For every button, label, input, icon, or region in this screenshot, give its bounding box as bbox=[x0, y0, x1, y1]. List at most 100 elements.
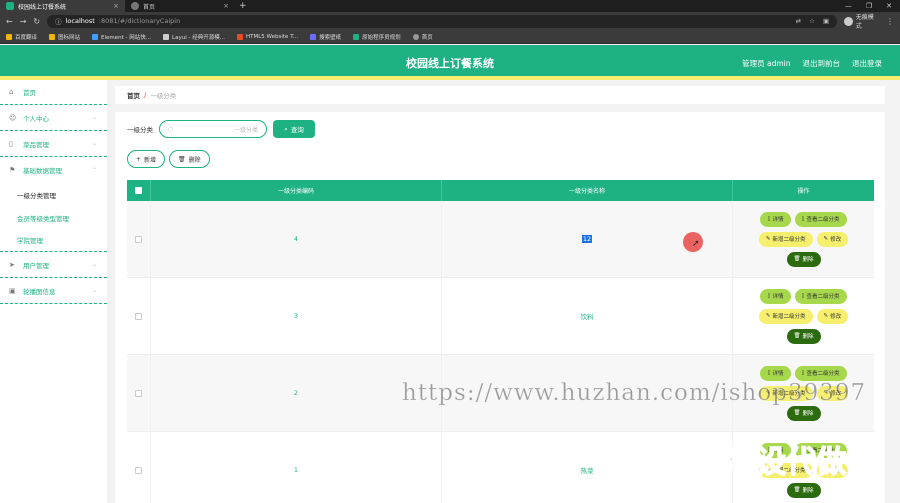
table-row: 4 12 ▯ 详情 ▯ 查看二级分类 ✎ 新增二级分类 ✎ 修改 🗑 删除 bbox=[127, 201, 874, 278]
url-field[interactable]: ⓘ localhost:8081/#/dictionaryCaipin ⇄ ☆ … bbox=[47, 14, 838, 28]
column-header-name[interactable]: 一级分类名称 bbox=[442, 180, 733, 201]
globe-icon bbox=[131, 2, 139, 10]
new-tab-icon[interactable]: + bbox=[235, 1, 251, 11]
view-subcategory-button[interactable]: ▯ 查看二级分类 bbox=[794, 288, 847, 304]
row-delete-button[interactable]: 🗑 删除 bbox=[786, 328, 821, 344]
row-delete-button[interactable]: 🗑 删除 bbox=[786, 405, 821, 421]
close-icon[interactable]: × bbox=[113, 2, 119, 10]
detail-button[interactable]: ▯ 详情 bbox=[760, 288, 791, 304]
sidebar-subitem-member-level[interactable]: 会员等级类型管理 bbox=[0, 206, 107, 229]
sidebar-item-basic-data[interactable]: ⚑ 基础数据管理 ⌃ bbox=[0, 157, 107, 183]
browser-tab-inactive[interactable]: 首页 × bbox=[125, 0, 235, 12]
bookmark-item[interactable]: Element - 网站快... bbox=[92, 33, 151, 41]
row-checkbox[interactable] bbox=[135, 235, 142, 243]
sidebar-item-home[interactable]: ⌂ 首页 bbox=[0, 80, 107, 105]
document-icon: ▯ bbox=[767, 293, 771, 299]
view-subcategory-button[interactable]: ▯ 查看二级分类 bbox=[794, 365, 847, 381]
breadcrumb-current: 一级分类 bbox=[150, 92, 177, 100]
add-subcategory-button[interactable]: ✎ 新增二级分类 bbox=[758, 231, 813, 247]
edit-icon: ✎ bbox=[823, 313, 829, 319]
translate-icon[interactable]: ⇄ bbox=[796, 17, 801, 25]
delete-button[interactable]: 🗑 删除 bbox=[169, 150, 210, 168]
add-subcategory-button[interactable]: ✎ 新增二级分类 bbox=[758, 308, 813, 324]
sidebar-subitem-category[interactable]: 一级分类管理 bbox=[0, 183, 107, 206]
edit-button[interactable]: ✎ 修改 bbox=[816, 308, 849, 324]
incognito-profile[interactable]: 无痕模式 bbox=[844, 12, 879, 30]
forward-icon[interactable]: → bbox=[20, 17, 27, 26]
sidebar-item-profile[interactable]: ☺ 个人中心 ⌄ bbox=[0, 105, 107, 131]
profile-label: 无痕模式 bbox=[855, 14, 874, 30]
document-icon: ▯ bbox=[767, 370, 771, 376]
info-icon: ⓘ bbox=[55, 18, 62, 26]
document-icon: ▯ bbox=[801, 293, 805, 299]
cell-name: 热菜 bbox=[442, 432, 733, 503]
bookmark-item[interactable]: Layui - 经典开源模... bbox=[163, 33, 225, 41]
document-icon: ▯ bbox=[801, 370, 805, 376]
row-checkbox[interactable] bbox=[135, 312, 142, 320]
image-icon: ▣ bbox=[9, 286, 16, 295]
select-all-checkbox[interactable] bbox=[135, 187, 142, 194]
column-header-code[interactable]: 一级分类编码 bbox=[151, 180, 442, 201]
tab-label: 首页 bbox=[143, 3, 156, 11]
search-input[interactable]: ○ 一级分类 bbox=[159, 120, 267, 138]
cell-code: 4 bbox=[151, 201, 442, 277]
cell-ops: ▯ 详情 ▯ 查看二级分类 ✎ 新增二级分类 ✎ 修改 🗑 删除 bbox=[733, 201, 874, 277]
send-icon: ➤ bbox=[9, 260, 15, 269]
plus-icon: + bbox=[136, 155, 142, 163]
detail-button[interactable]: ▯ 详情 bbox=[760, 211, 791, 227]
html5-icon bbox=[236, 33, 243, 40]
add-button[interactable]: + 新增 bbox=[127, 150, 166, 168]
window-close-icon[interactable]: ✕ bbox=[886, 2, 892, 10]
bookmark-item[interactable]: HTML5 Website T... bbox=[236, 33, 298, 40]
back-icon[interactable]: ← bbox=[6, 17, 13, 26]
extension-icon[interactable]: ▣ bbox=[823, 17, 829, 25]
detail-button[interactable]: ▯ 详情 bbox=[760, 365, 791, 381]
reload-icon[interactable]: ↻ bbox=[33, 17, 40, 26]
url-path: :8081/#/dictionaryCaipin bbox=[98, 17, 181, 25]
cell-code: 1 bbox=[151, 432, 442, 503]
globe-icon bbox=[412, 33, 419, 40]
sidebar: ⌂ 首页 ☺ 个人中心 ⌄ ▯ 菜品管理 ⌄ ⚑ 基础数据管理 ⌃ 一级分类管理… bbox=[0, 80, 107, 503]
logout-link[interactable]: 退出登录 bbox=[852, 58, 882, 69]
close-icon[interactable]: × bbox=[223, 2, 229, 10]
window-controls: — ❐ ✕ bbox=[845, 2, 900, 10]
browser-tab-active[interactable]: 校园线上订餐系统 × bbox=[0, 0, 125, 12]
mouse-pointer-icon: ➚ bbox=[692, 239, 700, 249]
row-delete-button[interactable]: 🗑 删除 bbox=[786, 482, 821, 498]
search-row: 一级分类 ○ 一级分类 ⌕ 查询 bbox=[127, 120, 315, 138]
bookmark-item[interactable]: 搜索壁纸 bbox=[310, 33, 341, 41]
bookmarks-bar: 百度翻译 图标网站 Element - 网站快... Layui - 经典开源模… bbox=[0, 30, 900, 44]
trash-icon: 🗑 bbox=[793, 256, 801, 262]
cell-code: 3 bbox=[151, 278, 442, 354]
row-delete-button[interactable]: 🗑 删除 bbox=[786, 251, 821, 267]
row-checkbox[interactable] bbox=[135, 466, 142, 474]
trash-icon: 🗑 bbox=[793, 333, 801, 339]
minimize-icon[interactable]: — bbox=[845, 2, 852, 10]
plan-icon bbox=[353, 33, 360, 40]
breadcrumb-home[interactable]: 首页 bbox=[127, 90, 140, 100]
menu-icon[interactable]: ⋮ bbox=[886, 17, 894, 26]
sidebar-item-carousel[interactable]: ▣ 轮播图信息 ⌄ bbox=[0, 278, 107, 304]
search-label: 一级分类 bbox=[127, 126, 153, 134]
sidebar-item-dishes[interactable]: ▯ 菜品管理 ⌄ bbox=[0, 131, 107, 157]
user-icon: ☺ bbox=[9, 113, 17, 122]
bookmark-item[interactable]: 百度翻译 bbox=[6, 33, 37, 41]
sidebar-item-users[interactable]: ➤ 用户管理 ⌄ bbox=[0, 252, 107, 278]
query-button[interactable]: ⌕ 查询 bbox=[273, 120, 315, 138]
admin-label: 管理员 admin bbox=[742, 59, 791, 68]
select-all-cell bbox=[127, 180, 151, 201]
trash-icon: 🗑 bbox=[793, 487, 801, 493]
star-icon[interactable]: ☆ bbox=[809, 17, 815, 25]
edit-button[interactable]: ✎ 修改 bbox=[816, 231, 849, 247]
row-checkbox[interactable] bbox=[135, 389, 142, 397]
edit-icon: ✎ bbox=[765, 236, 771, 242]
back-to-front-link[interactable]: 退出到前台 bbox=[803, 58, 841, 69]
maximize-icon[interactable]: ❐ bbox=[866, 2, 872, 10]
bookmark-item[interactable]: 图标网站 bbox=[49, 33, 80, 41]
bookmark-item[interactable]: 原始程序员规划 bbox=[353, 33, 401, 41]
view-subcategory-button[interactable]: ▯ 查看二级分类 bbox=[794, 211, 847, 227]
chevron-up-icon: ⌃ bbox=[91, 166, 97, 174]
bookmark-item[interactable]: 首页 bbox=[412, 33, 433, 41]
vue-favicon-icon bbox=[6, 2, 14, 10]
sidebar-subitem-college[interactable]: 学院管理 bbox=[0, 229, 107, 252]
